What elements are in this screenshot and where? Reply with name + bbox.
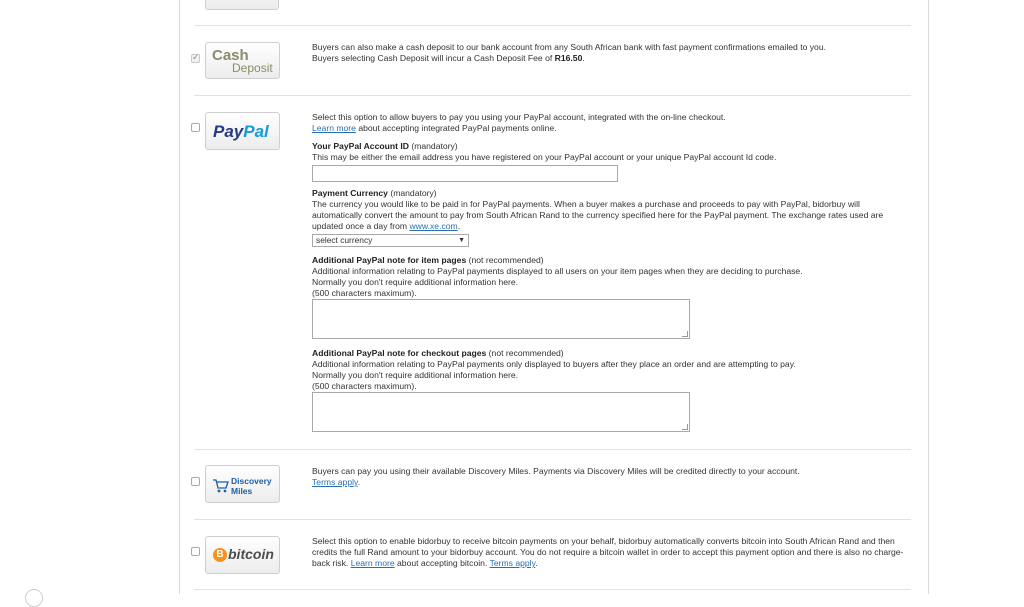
paypal-account-id-section: Your PayPal Account ID (mandatory) This … <box>312 141 912 163</box>
discovery-logo-line1: Discovery <box>231 476 272 486</box>
divider <box>194 519 911 520</box>
item-note-help2: Normally you don't require additional in… <box>312 277 519 287</box>
item-note-tag: (not recommended) <box>466 255 544 265</box>
discovery-logo-line2: Miles <box>231 486 253 496</box>
checkout-note-tag: (not recommended) <box>486 348 564 358</box>
bitcoin-logo-text: bitcoin <box>228 546 274 562</box>
account-id-help: This may be either the email address you… <box>312 152 777 162</box>
resize-grip-icon[interactable] <box>682 424 688 430</box>
paypal-checkbox[interactable] <box>191 123 200 132</box>
bitcoin-learn-more-link[interactable]: Learn more <box>351 558 395 568</box>
item-note-textarea[interactable] <box>312 299 690 339</box>
cash-fee-amount: R16.50 <box>554 53 583 63</box>
bitcoin-mid-text: about accepting bitcoin. <box>394 558 490 568</box>
discovery-terms-line: Terms apply. <box>312 477 912 488</box>
currency-selected-value: select currency <box>316 235 373 245</box>
chevron-down-icon: ▼ <box>458 237 465 244</box>
discovery-terms-link[interactable]: Terms apply <box>312 477 358 487</box>
paypal-logo: PayPal <box>205 112 280 150</box>
deposit-logo-text: Deposit <box>232 61 273 75</box>
bitcoin-description: Select this option to enable bidorbuy to… <box>312 536 914 569</box>
account-id-label-text: Your PayPal Account ID <box>312 141 409 151</box>
currency-help: The currency you would like to be paid i… <box>312 199 910 232</box>
cash-deposit-line2: Buyers selecting Cash Deposit will incur… <box>312 53 912 64</box>
item-note-section: Additional PayPal note for item pages (n… <box>312 255 912 299</box>
paypal-intro: Select this option to allow buyers to pa… <box>312 112 912 134</box>
currency-mandatory-tag: (mandatory) <box>387 188 437 198</box>
paypal-learn-more-suffix: about accepting integrated PayPal paymen… <box>355 123 557 133</box>
paypal-learn-more-line: Learn more about accepting integrated Pa… <box>312 123 912 134</box>
cash-deposit-description: Buyers can also make a cash deposit to o… <box>312 42 912 64</box>
cash-fee-suffix: . <box>582 53 585 63</box>
cash-fee-prefix: Buyers selecting Cash Deposit will incur… <box>312 53 555 63</box>
bitcoin-checkbox[interactable] <box>191 547 200 556</box>
paypal-account-id-input[interactable] <box>312 165 618 182</box>
bitcoin-logo: B bitcoin <box>205 536 280 574</box>
paypal-logo-pay: Pay <box>213 122 244 141</box>
item-note-help1: Additional information relating to PayPa… <box>312 266 803 276</box>
previous-option-logo <box>205 0 279 10</box>
currency-select[interactable]: select currency ▼ <box>312 234 469 247</box>
bitcoin-suffix: . <box>535 558 538 568</box>
discovery-terms-suffix: . <box>357 477 361 487</box>
divider <box>194 449 911 450</box>
resize-grip-icon[interactable] <box>682 331 688 337</box>
paypal-logo-text: PayPal <box>213 122 269 142</box>
paypal-intro-text: Select this option to allow buyers to pa… <box>312 112 726 122</box>
cash-deposit-logo: Cash Deposit <box>205 42 280 79</box>
currency-label-text: Payment Currency <box>312 188 388 198</box>
checkout-note-label-text: Additional PayPal note for checkout page… <box>312 348 487 358</box>
paypal-account-id-label: Your PayPal Account ID (mandatory) <box>312 141 912 152</box>
discovery-miles-logo: Discovery Miles <box>205 465 280 503</box>
item-note-help3: (500 characters maximum). <box>312 288 417 298</box>
discovery-miles-checkbox[interactable] <box>191 477 200 486</box>
xe-link[interactable]: www.xe.com <box>409 221 457 231</box>
checkout-note-section: Additional PayPal note for checkout page… <box>312 348 912 392</box>
discovery-text: Buyers can pay you using their available… <box>312 466 800 476</box>
bitcoin-terms-link[interactable]: Terms apply <box>490 558 536 568</box>
bitcoin-symbol-icon: B <box>213 548 227 562</box>
currency-help-text: The currency you would like to be paid i… <box>312 199 884 231</box>
cash-deposit-checkbox[interactable] <box>191 52 200 63</box>
item-note-label-text: Additional PayPal note for item pages <box>312 255 467 265</box>
divider <box>194 25 911 26</box>
checkout-note-label: Additional PayPal note for checkout page… <box>312 348 912 359</box>
checkout-note-textarea[interactable] <box>312 392 690 432</box>
paypal-currency-section: Payment Currency (mandatory) The currenc… <box>312 188 912 232</box>
cash-deposit-line1: Buyers can also make a cash deposit to o… <box>312 42 826 52</box>
currency-label: Payment Currency (mandatory) <box>312 188 912 199</box>
cart-icon <box>213 479 229 493</box>
divider <box>194 589 911 590</box>
checkout-note-help1: Additional information relating to PayPa… <box>312 359 796 369</box>
checkout-note-help2: Normally you don't require additional in… <box>312 370 519 380</box>
divider <box>194 95 911 96</box>
account-id-mandatory-tag: (mandatory) <box>408 141 458 151</box>
scroll-indicator-icon <box>25 589 43 607</box>
item-note-label: Additional PayPal note for item pages (n… <box>312 255 912 266</box>
paypal-learn-more-link[interactable]: Learn more <box>312 123 356 133</box>
discovery-miles-description: Buyers can pay you using their available… <box>312 466 912 488</box>
paypal-logo-pal: Pal <box>243 122 269 141</box>
checkout-note-help3: (500 characters maximum). <box>312 381 417 391</box>
currency-help-suffix: . <box>457 221 461 231</box>
